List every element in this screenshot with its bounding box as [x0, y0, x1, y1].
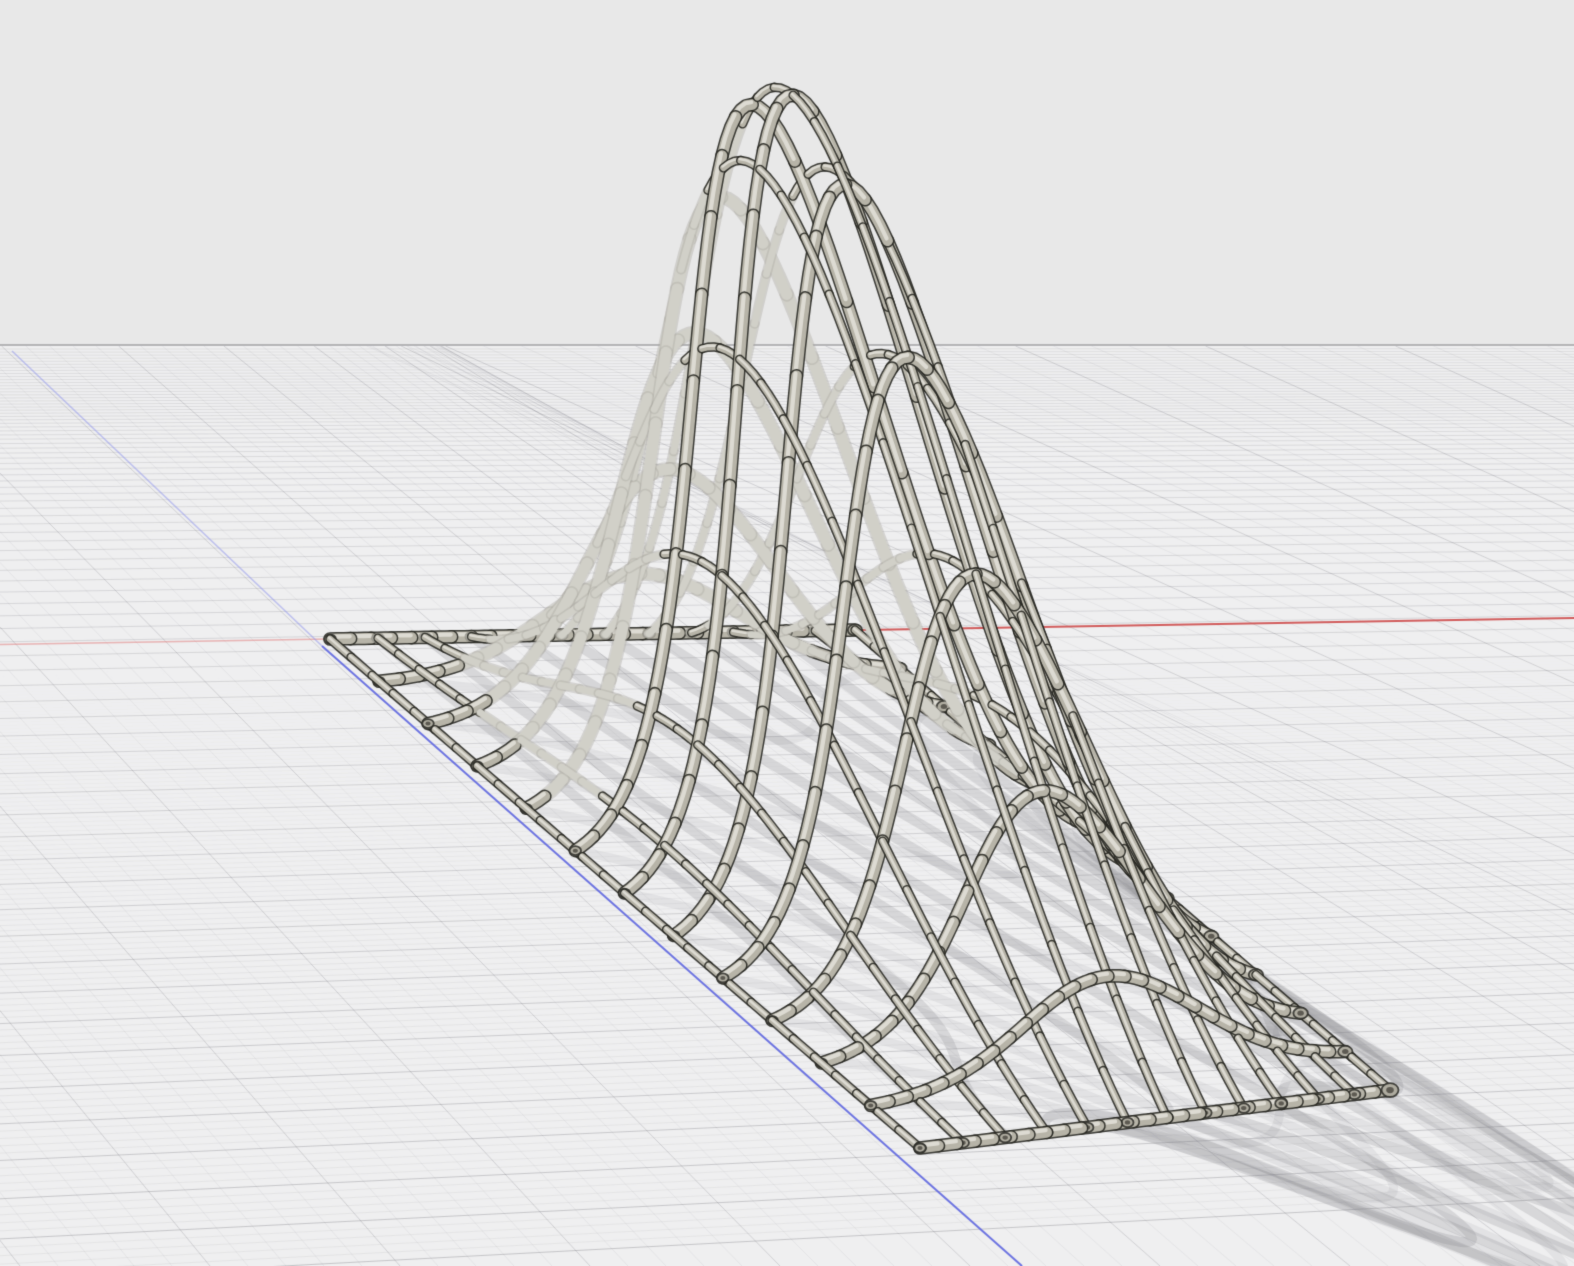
cad-viewport	[0, 0, 1574, 1266]
viewport-canvas[interactable]	[0, 0, 1574, 1266]
